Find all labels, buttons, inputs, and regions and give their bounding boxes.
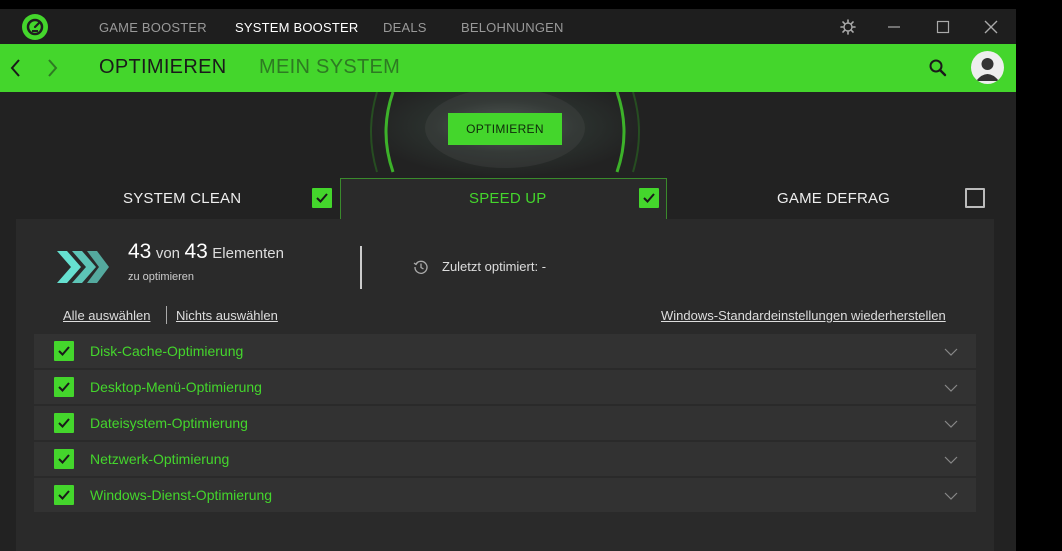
- item-checkbox[interactable]: [54, 341, 74, 361]
- system-clean-checkbox[interactable]: [312, 188, 332, 208]
- speed-up-checkbox[interactable]: [639, 188, 659, 208]
- nav-belohnungen[interactable]: BELOHNUNGEN: [461, 20, 564, 35]
- user-avatar-icon[interactable]: [971, 51, 1004, 84]
- chevron-down-icon[interactable]: [944, 345, 958, 357]
- item-label: Disk-Cache-Optimierung: [90, 343, 244, 359]
- list-item[interactable]: Netzwerk-Optimierung: [34, 442, 976, 476]
- count-of-word: von: [155, 245, 180, 262]
- chevron-down-icon[interactable]: [944, 489, 958, 501]
- tab-speed-up[interactable]: SPEED UP: [469, 190, 546, 207]
- tab-optimieren[interactable]: OPTIMIEREN: [99, 56, 226, 79]
- checkmark-icon: [316, 193, 328, 203]
- chevron-down-icon[interactable]: [944, 453, 958, 465]
- chevrons-right-icon: [57, 249, 109, 290]
- app-logo-icon[interactable]: [22, 14, 48, 40]
- count-subtitle: zu optimieren: [128, 271, 195, 283]
- item-label: Desktop-Menü-Optimierung: [90, 379, 262, 395]
- maximize-icon[interactable]: [933, 17, 953, 37]
- last-optimized-label: Zuletzt optimiert:: [442, 259, 539, 274]
- chevron-down-icon[interactable]: [944, 381, 958, 393]
- restore-defaults-link[interactable]: Windows-Standardeinstellungen wiederhers…: [661, 308, 946, 323]
- search-icon[interactable]: [928, 58, 948, 78]
- item-label: Windows-Dienst-Optimierung: [90, 487, 273, 503]
- sub-navigation-bar: OPTIMIEREN MEIN SYSTEM: [0, 44, 1016, 92]
- optimize-button[interactable]: OPTIMIEREN: [448, 113, 562, 145]
- checkmark-icon: [58, 382, 70, 392]
- checkmark-icon: [58, 490, 70, 500]
- last-optimized-value: -: [541, 259, 547, 274]
- checkmark-icon: [58, 454, 70, 464]
- tab-game-defrag[interactable]: GAME DEFRAG: [777, 190, 890, 207]
- checkmark-icon: [643, 193, 655, 203]
- checkmark-icon: [58, 346, 70, 356]
- count-unit: Elementen: [212, 245, 284, 262]
- item-label: Netzwerk-Optimierung: [90, 451, 230, 467]
- count-total: 43: [184, 240, 208, 263]
- optimize-count: 43 von 43 Elementen: [128, 240, 284, 264]
- list-item[interactable]: Windows-Dienst-Optimierung: [34, 478, 976, 512]
- forward-arrow-icon[interactable]: [42, 56, 62, 80]
- chevron-down-icon[interactable]: [944, 417, 958, 429]
- tab-mein-system[interactable]: MEIN SYSTEM: [259, 56, 400, 79]
- item-checkbox[interactable]: [54, 485, 74, 505]
- minimize-icon[interactable]: [884, 17, 904, 37]
- nav-system-booster[interactable]: SYSTEM BOOSTER: [235, 20, 358, 35]
- nav-game-booster[interactable]: GAME BOOSTER: [99, 20, 207, 35]
- link-divider: [166, 306, 167, 324]
- settings-icon[interactable]: [838, 17, 858, 37]
- app-window: GAME BOOSTER SYSTEM BOOSTER DEALS BELOHN…: [0, 9, 1016, 551]
- title-bar: GAME BOOSTER SYSTEM BOOSTER DEALS BELOHN…: [0, 9, 1016, 44]
- section-tabs: SYSTEM CLEAN SPEED UP GAME DEFRAG: [0, 178, 1016, 219]
- select-none-link[interactable]: Nichts auswählen: [176, 308, 278, 323]
- nav-deals[interactable]: DEALS: [383, 20, 427, 35]
- checkmark-icon: [58, 418, 70, 428]
- summary-divider: [360, 246, 362, 289]
- history-clock-icon: [413, 259, 429, 275]
- count-value: 43: [128, 240, 152, 263]
- item-checkbox[interactable]: [54, 413, 74, 433]
- item-label: Dateisystem-Optimierung: [90, 415, 248, 431]
- select-all-link[interactable]: Alle auswählen: [63, 308, 150, 323]
- item-checkbox[interactable]: [54, 377, 74, 397]
- list-item[interactable]: Desktop-Menü-Optimierung: [34, 370, 976, 404]
- item-checkbox[interactable]: [54, 449, 74, 469]
- list-item[interactable]: Disk-Cache-Optimierung: [34, 334, 976, 368]
- tab-system-clean[interactable]: SYSTEM CLEAN: [123, 190, 241, 207]
- game-defrag-checkbox[interactable]: [965, 188, 985, 208]
- close-icon[interactable]: [981, 17, 1001, 37]
- speed-up-panel: 43 von 43 Elementen zu optimieren Zuletz…: [16, 219, 994, 551]
- back-arrow-icon[interactable]: [6, 56, 26, 80]
- list-item[interactable]: Dateisystem-Optimierung: [34, 406, 976, 440]
- last-optimized: Zuletzt optimiert: -: [442, 259, 546, 274]
- hero-area: OPTIMIEREN: [0, 88, 1016, 178]
